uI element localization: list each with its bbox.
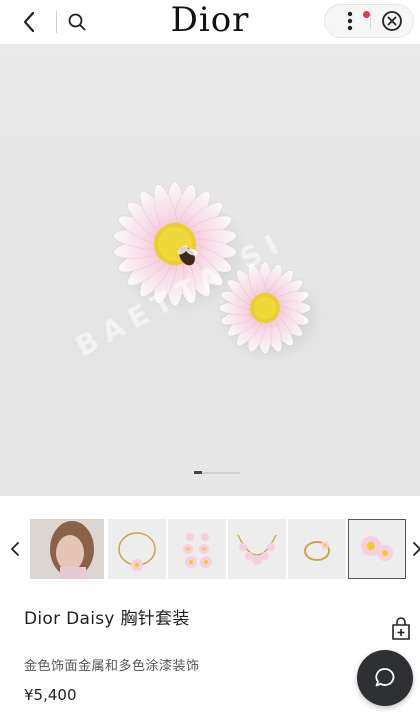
drop-earrings-image xyxy=(183,533,212,568)
more-button[interactable] xyxy=(333,5,370,37)
product-title: Dior Daisy 胸针套装 xyxy=(24,609,190,629)
back-button[interactable] xyxy=(14,8,44,36)
close-circle-icon xyxy=(382,11,402,31)
product-price: ¥5,400 xyxy=(24,686,77,704)
thumbnail-daisy-brooch-set[interactable] xyxy=(348,519,406,579)
capsule-divider xyxy=(370,14,371,29)
chat-bubble-icon xyxy=(375,668,395,687)
search-button[interactable] xyxy=(62,8,92,36)
more-vertical-icon xyxy=(347,11,353,31)
top-bar: Dior xyxy=(0,0,420,44)
thumbnail-next-button[interactable] xyxy=(412,535,420,563)
product-subtitle: 金色饰面金属和多色涂漆装饰 xyxy=(24,659,200,674)
thumbnail-prev-button[interactable] xyxy=(4,535,26,563)
thumbnail-strip xyxy=(0,515,420,583)
close-button[interactable] xyxy=(375,5,409,37)
add-to-bag-button[interactable] xyxy=(388,616,414,642)
mini-program-capsule xyxy=(324,4,414,38)
carousel-indicator-active xyxy=(194,471,202,474)
thumbnail-daisy-ring[interactable] xyxy=(288,519,346,579)
back-arrow-icon xyxy=(23,11,35,33)
notification-dot xyxy=(363,11,370,18)
ring-image xyxy=(304,541,330,561)
necklace-image xyxy=(237,534,277,565)
thumbnail-daisy-drop-earrings[interactable] xyxy=(168,519,226,579)
thumbnail-daisy-necklace[interactable] xyxy=(228,519,286,579)
shopping-bag-add-icon xyxy=(392,617,410,640)
thumbnail-model-earring[interactable] xyxy=(30,519,104,579)
product-image-carousel[interactable]: BAETTA SI xyxy=(0,44,420,496)
chat-button[interactable] xyxy=(357,650,413,706)
chevron-left-icon xyxy=(11,542,19,556)
thumbnail-daisy-bracelet[interactable] xyxy=(108,519,166,579)
brooch-set-image xyxy=(361,536,393,561)
search-icon xyxy=(68,13,86,31)
chevron-right-icon xyxy=(413,542,420,556)
toolbar-divider xyxy=(56,11,57,33)
bracelet-image xyxy=(118,532,156,571)
model-portrait-image xyxy=(30,519,104,579)
